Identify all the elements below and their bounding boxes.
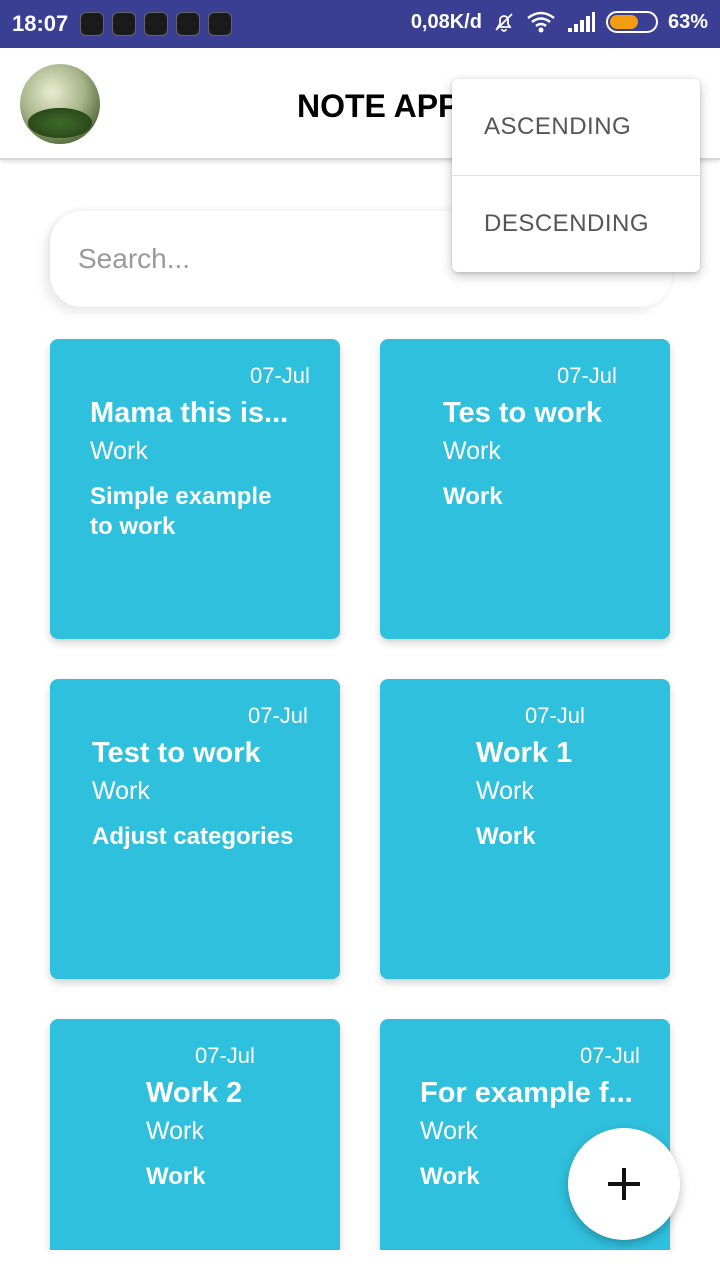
battery-percent: 63% <box>667 10 708 33</box>
status-bar: 18:07 0,08K/d 63% <box>0 0 720 48</box>
note-category: Work <box>92 777 150 805</box>
note-card[interactable]: 07-Jul Work 1 Work Work <box>380 679 670 979</box>
note-category: Work <box>476 777 534 805</box>
signal-icon <box>567 12 595 32</box>
app-screen: 18:07 0,08K/d 63% NOTE APP Search... 07-… <box>0 0 720 1280</box>
notification-icon-2 <box>112 12 136 36</box>
notification-icon-1 <box>80 12 104 36</box>
status-time: 18:07 <box>12 11 69 36</box>
plus-icon <box>608 1168 640 1200</box>
note-content: Work <box>443 483 503 510</box>
note-content: Adjust categories <box>92 823 294 850</box>
note-title: For example f... <box>420 1077 632 1109</box>
notification-icons <box>80 12 232 36</box>
note-category: Work <box>420 1117 478 1145</box>
note-card[interactable]: 07-Jul Mama this is... Work Simple examp… <box>50 339 340 639</box>
note-content: Work <box>146 1163 206 1190</box>
note-title: Work 2 <box>146 1077 243 1109</box>
network-speed: 0,08K/d <box>410 10 482 33</box>
note-category: Work <box>443 437 501 465</box>
add-note-button[interactable] <box>568 1128 680 1240</box>
note-title: Test to work <box>92 737 261 769</box>
battery-level <box>609 15 638 29</box>
battery-icon <box>605 11 658 33</box>
note-card[interactable]: 07-Jul Tes to work Work Work <box>380 339 670 639</box>
note-date: 07-Jul <box>248 703 308 728</box>
notification-icon-5 <box>208 12 232 36</box>
note-category: Work <box>90 437 148 465</box>
page-title: NOTE APP <box>297 88 460 124</box>
note-category: Work <box>146 1117 204 1145</box>
note-date: 07-Jul <box>250 363 310 388</box>
note-title: Tes to work <box>443 397 602 429</box>
note-content: Work <box>476 823 536 850</box>
status-right: 0,08K/d 63% <box>411 10 708 34</box>
sort-descending-item[interactable]: DESCENDING <box>452 176 700 272</box>
note-date: 07-Jul <box>580 1043 640 1068</box>
note-card[interactable]: 07-Jul Test to work Work Adjust categori… <box>50 679 340 979</box>
sort-ascending-item[interactable]: ASCENDING <box>452 79 700 175</box>
note-content: Simple example to work <box>90 483 272 540</box>
bottom-strip <box>0 1250 720 1280</box>
note-date: 07-Jul <box>195 1043 255 1068</box>
note-date: 07-Jul <box>525 703 585 728</box>
mute-bell-icon <box>495 13 513 32</box>
note-title: Mama this is... <box>90 397 289 429</box>
wifi-icon <box>527 11 555 33</box>
notification-icon-3 <box>144 12 168 36</box>
notification-icon-4 <box>176 12 200 36</box>
avatar[interactable] <box>20 64 100 144</box>
note-card[interactable]: 07-Jul Work 2 Work Work <box>50 1019 340 1280</box>
note-title: Work 1 <box>476 737 573 769</box>
note-date: 07-Jul <box>557 363 617 388</box>
sort-menu: ASCENDING DESCENDING <box>452 79 700 272</box>
